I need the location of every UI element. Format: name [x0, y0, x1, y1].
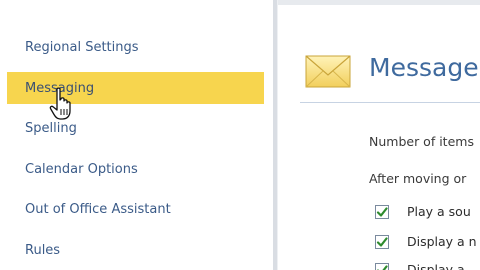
sidebar-item-spelling[interactable]: Spelling: [7, 112, 264, 144]
page-title: Message: [369, 53, 479, 82]
sidebar-item-label: Spelling: [25, 120, 77, 136]
display-alert-checkbox[interactable]: [375, 262, 389, 270]
checkmark-icon: [376, 236, 388, 247]
display-alert-label: Display a: [407, 262, 465, 270]
sidebar-item-label: Calendar Options: [25, 161, 138, 177]
sidebar-item-label: Regional Settings: [25, 39, 139, 55]
option-display-notification: Display a n: [375, 234, 477, 249]
options-sidebar: Regional Settings Messaging Spelling Cal…: [0, 0, 273, 270]
envelope-icon: [304, 51, 352, 91]
sidebar-item-messaging[interactable]: Messaging: [7, 72, 264, 104]
options-window: Regional Settings Messaging Spelling Cal…: [0, 0, 480, 270]
play-sound-checkbox[interactable]: [375, 204, 389, 219]
sidebar-item-label: Rules: [25, 242, 61, 258]
sidebar-item-out-of-office-assistant[interactable]: Out of Office Assistant: [7, 193, 264, 225]
sidebar-item-rules[interactable]: Rules: [7, 234, 264, 266]
number-of-items-label: Number of items: [369, 134, 474, 149]
pane-top-border: [278, 0, 480, 5]
after-moving-label: After moving or: [369, 171, 467, 186]
sidebar-item-calendar-options[interactable]: Calendar Options: [7, 153, 264, 185]
checkmark-icon: [376, 264, 388, 270]
checkmark-icon: [376, 206, 388, 217]
hand-pointer-icon: [49, 87, 77, 121]
option-display-alert: Display a: [375, 262, 465, 270]
messaging-options-pane: Message Number of items After moving or …: [278, 0, 480, 270]
sidebar-item-label: Out of Office Assistant: [25, 201, 171, 217]
sidebar-item-regional-settings[interactable]: Regional Settings: [7, 31, 264, 63]
display-notification-label: Display a n: [407, 234, 477, 249]
title-underline: [300, 102, 480, 103]
option-play-sound: Play a sou: [375, 204, 471, 219]
display-notification-checkbox[interactable]: [375, 234, 389, 249]
play-sound-label: Play a sou: [407, 204, 471, 219]
